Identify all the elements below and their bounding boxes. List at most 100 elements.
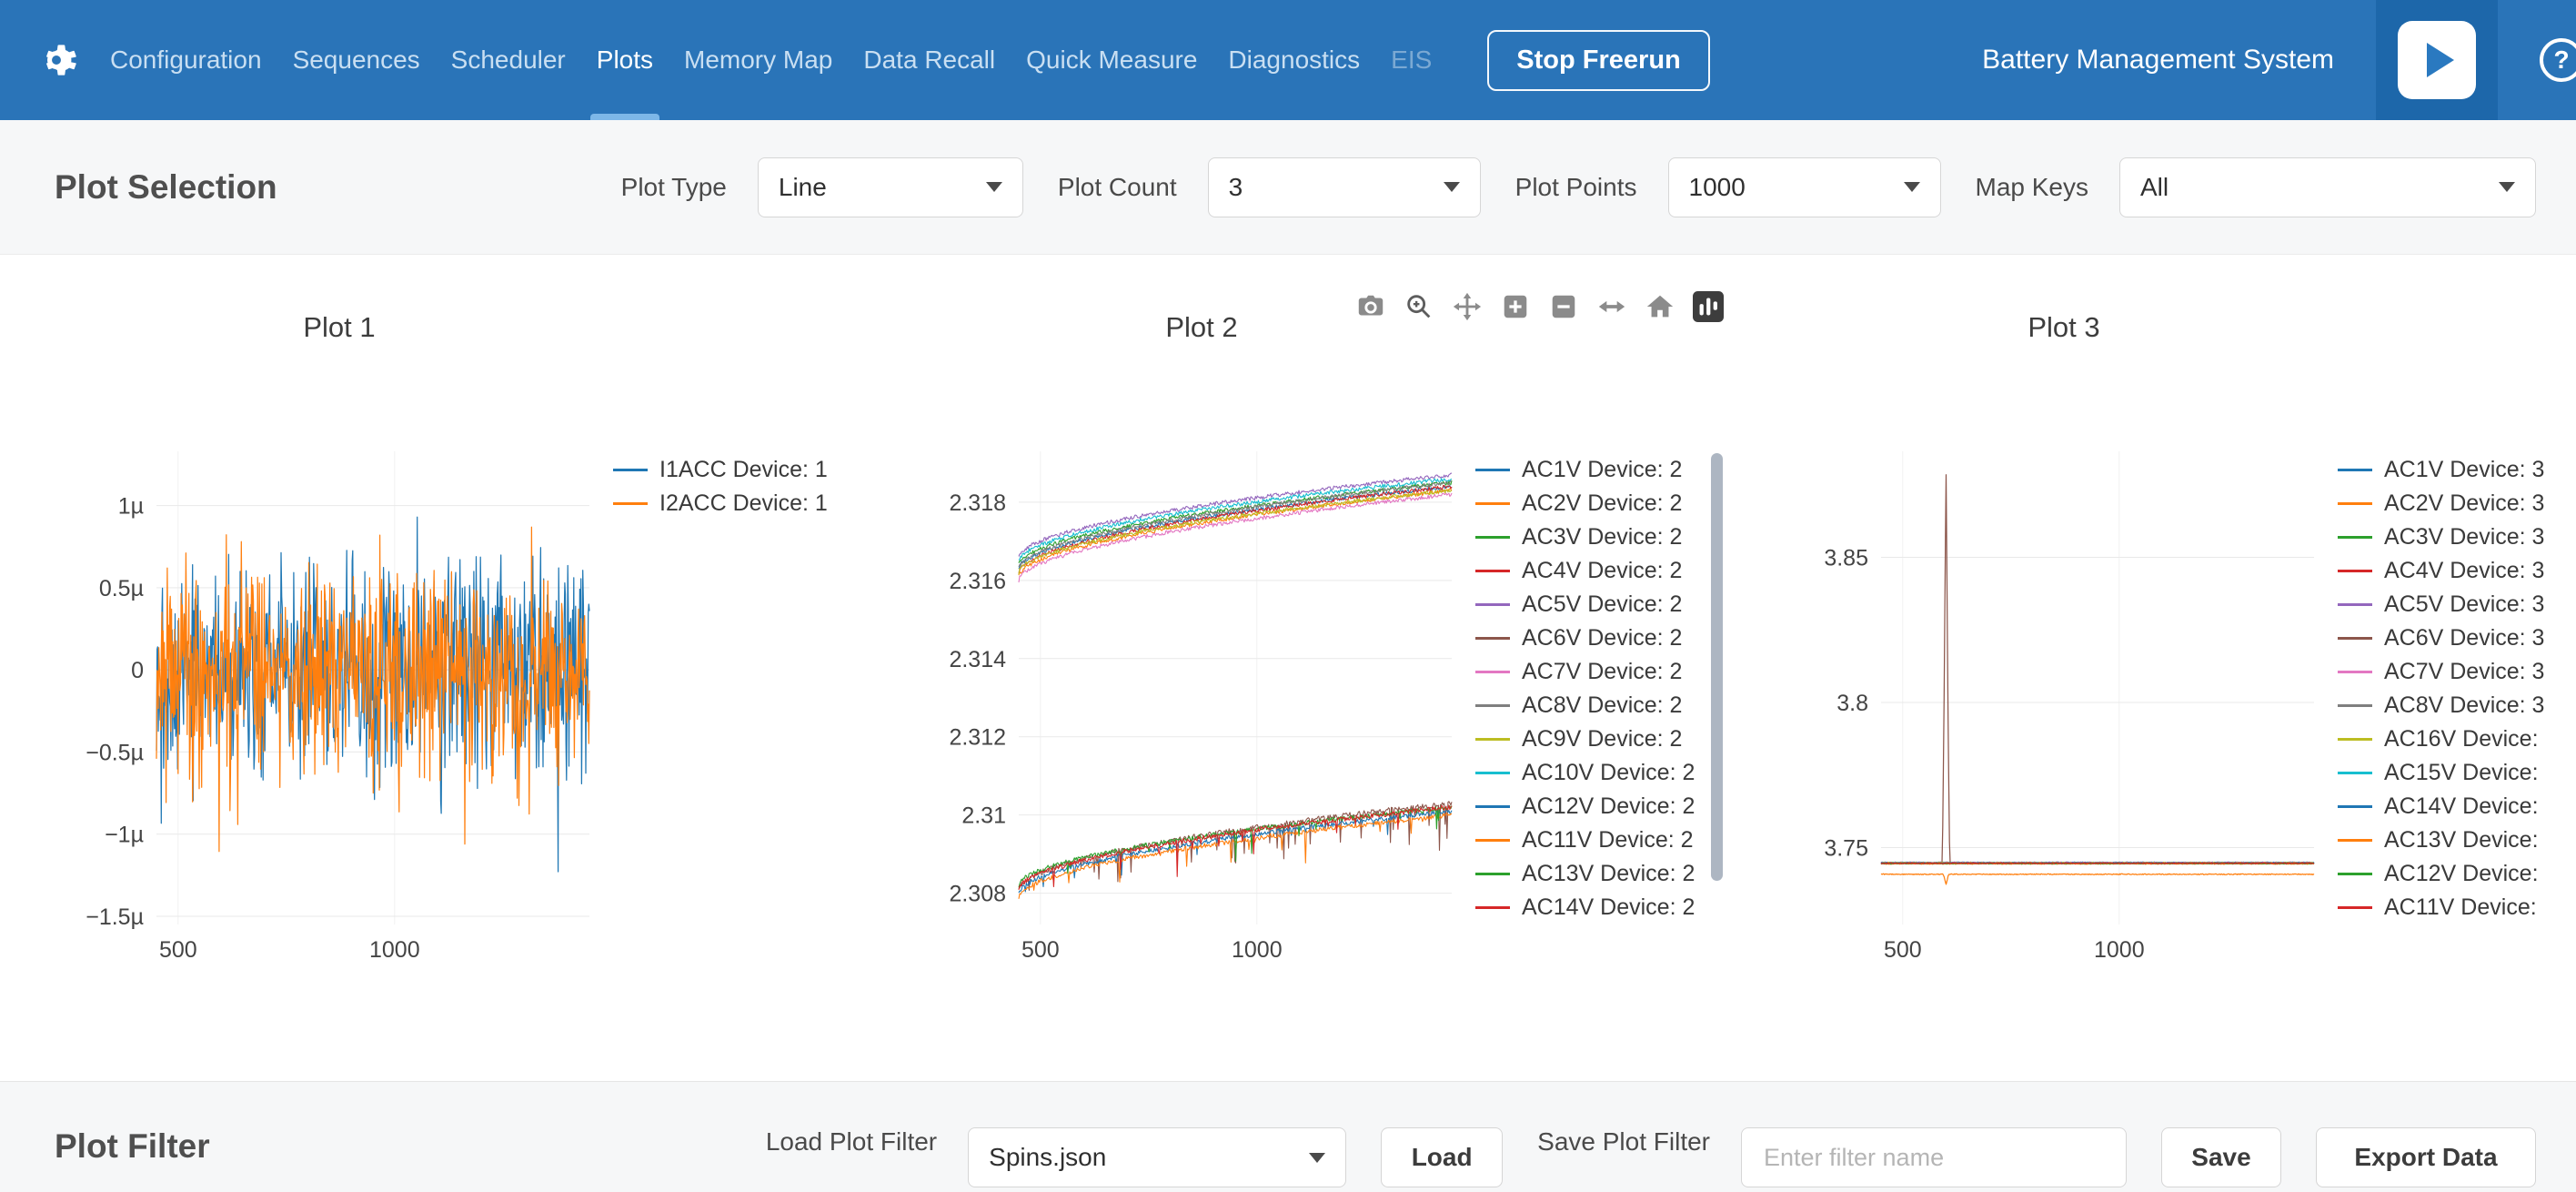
filter-name-input[interactable]	[1741, 1127, 2127, 1187]
load-filter-dropdown[interactable]: Spins.json	[968, 1127, 1346, 1187]
map-keys-label: Map Keys	[1976, 173, 2089, 202]
stop-freerun-button[interactable]: Stop Freerun	[1487, 30, 1709, 91]
plot-1-canvas[interactable]: 50010001µ0.5µ0−0.5µ−1µ−1.5µ	[80, 419, 599, 979]
svg-text:500: 500	[159, 937, 197, 963]
nav-item-sequences[interactable]: Sequences	[277, 0, 436, 120]
legend-scrollbar[interactable]	[1711, 453, 1723, 881]
nav-item-quick-measure[interactable]: Quick Measure	[1011, 0, 1213, 120]
main-nav: Configuration Sequences Scheduler Plots …	[95, 0, 1447, 120]
legend-label: AC5V Device: 3	[2384, 591, 2544, 618]
legend-item[interactable]: AC14V Device:	[2338, 790, 2544, 823]
legend-item[interactable]: AC6V Device: 3	[2338, 621, 2544, 655]
legend-item[interactable]: AC8V Device: 3	[2338, 689, 2544, 722]
legend-item[interactable]: AC3V Device: 3	[2338, 520, 2544, 554]
legend-item[interactable]: AC13V Device:	[2338, 823, 2544, 857]
nav-item-eis[interactable]: EIS	[1375, 0, 1447, 120]
plot-card-2: Plot 2 50010002.3182.3162.3142.3122.312.…	[942, 311, 1710, 979]
plot-type-dropdown[interactable]: Line	[758, 157, 1023, 217]
legend-item[interactable]: AC11V Device: 2	[1475, 823, 1695, 857]
help-button[interactable]: ?	[2540, 38, 2576, 82]
legend-swatch	[1475, 906, 1510, 909]
play-button[interactable]	[2376, 0, 2498, 120]
legend-item[interactable]: AC7V Device: 3	[2338, 655, 2544, 689]
nav-item-scheduler[interactable]: Scheduler	[436, 0, 581, 120]
svg-text:1000: 1000	[1232, 937, 1283, 963]
legend-swatch	[2338, 603, 2372, 606]
svg-text:1µ: 1µ	[118, 494, 144, 520]
legend-label: AC5V Device: 2	[1522, 591, 1682, 618]
legend-item[interactable]: AC8V Device: 2	[1475, 689, 1695, 722]
legend-swatch	[2338, 805, 2372, 808]
svg-text:2.314: 2.314	[949, 647, 1006, 672]
legend-item[interactable]: AC11V Device:	[2338, 891, 2544, 924]
export-data-button[interactable]: Export Data	[2316, 1127, 2536, 1187]
legend-swatch	[1475, 603, 1510, 606]
top-navbar: Configuration Sequences Scheduler Plots …	[0, 0, 2576, 120]
legend-item[interactable]: AC10V Device: 2	[1475, 756, 1695, 790]
plotly-logo-icon[interactable]	[1691, 289, 1726, 324]
legend-item[interactable]: I2ACC Device: 1	[613, 487, 828, 520]
load-filter-value: Spins.json	[989, 1143, 1106, 1172]
legend-label: AC11V Device:	[2384, 894, 2537, 921]
legend-swatch	[2338, 570, 2372, 572]
map-keys-dropdown[interactable]: All	[2119, 157, 2536, 217]
legend-label: AC6V Device: 2	[1522, 625, 1682, 652]
legend-item[interactable]: AC5V Device: 3	[2338, 588, 2544, 621]
svg-text:2.318: 2.318	[949, 490, 1006, 516]
zoom-in-icon[interactable]	[1498, 289, 1533, 324]
plot-points-value: 1000	[1689, 173, 1746, 202]
legend-label: AC13V Device:	[2384, 827, 2539, 854]
legend-item[interactable]: AC7V Device: 2	[1475, 655, 1695, 689]
legend-item[interactable]: AC5V Device: 2	[1475, 588, 1695, 621]
legend-item[interactable]: AC1V Device: 2	[1475, 453, 1695, 487]
plot-1-legend: I1ACC Device: 1I2ACC Device: 1	[613, 453, 828, 979]
legend-item[interactable]: AC4V Device: 3	[2338, 554, 2544, 588]
plot-type-value: Line	[779, 173, 827, 202]
legend-item[interactable]: AC3V Device: 2	[1475, 520, 1695, 554]
nav-item-data-recall[interactable]: Data Recall	[848, 0, 1011, 120]
legend-item[interactable]: I1ACC Device: 1	[613, 453, 828, 487]
plot-3-canvas[interactable]: 50010003.853.83.75	[1805, 419, 2323, 979]
plot-type-label: Plot Type	[621, 173, 727, 202]
legend-item[interactable]: AC6V Device: 2	[1475, 621, 1695, 655]
plotly-modebar	[1353, 289, 1726, 324]
save-button[interactable]: Save	[2161, 1127, 2281, 1187]
zoom-out-icon[interactable]	[1546, 289, 1581, 324]
nav-item-plots[interactable]: Plots	[581, 0, 669, 120]
plot-count-dropdown[interactable]: 3	[1208, 157, 1481, 217]
legend-item[interactable]: AC9V Device: 2	[1475, 722, 1695, 756]
legend-swatch	[1475, 873, 1510, 875]
legend-item[interactable]: AC4V Device: 2	[1475, 554, 1695, 588]
legend-item[interactable]: AC2V Device: 2	[1475, 487, 1695, 520]
legend-item[interactable]: AC16V Device:	[2338, 722, 2544, 756]
legend-label: AC12V Device: 2	[1522, 793, 1695, 820]
plot-2-canvas[interactable]: 50010002.3182.3162.3142.3122.312.308	[942, 419, 1461, 979]
legend-item[interactable]: AC2V Device: 3	[2338, 487, 2544, 520]
load-button[interactable]: Load	[1381, 1127, 1503, 1187]
autoscale-icon[interactable]	[1595, 289, 1629, 324]
legend-item[interactable]: AC14V Device: 2	[1475, 891, 1695, 924]
camera-icon[interactable]	[1353, 289, 1388, 324]
nav-item-diagnostics[interactable]: Diagnostics	[1213, 0, 1375, 120]
zoom-icon[interactable]	[1402, 289, 1436, 324]
chevron-down-icon	[1309, 1153, 1325, 1163]
legend-item[interactable]: AC1V Device: 3	[2338, 453, 2544, 487]
legend-item[interactable]: AC13V Device: 2	[1475, 857, 1695, 891]
legend-item[interactable]: AC15V Device:	[2338, 756, 2544, 790]
legend-item[interactable]: AC12V Device: 2	[1475, 790, 1695, 823]
legend-label: AC14V Device:	[2384, 793, 2539, 820]
reset-axes-home-icon[interactable]	[1643, 289, 1677, 324]
plot-points-dropdown[interactable]: 1000	[1668, 157, 1941, 217]
nav-item-memory-map[interactable]: Memory Map	[669, 0, 848, 120]
pan-icon[interactable]	[1450, 289, 1484, 324]
svg-text:500: 500	[1884, 937, 1922, 963]
svg-text:0: 0	[131, 658, 144, 683]
legend-swatch	[1475, 839, 1510, 842]
nav-item-configuration[interactable]: Configuration	[95, 0, 277, 120]
svg-text:−1.5µ: −1.5µ	[86, 904, 144, 930]
settings-gear-icon[interactable]	[27, 31, 86, 89]
legend-label: AC4V Device: 3	[2384, 558, 2544, 584]
legend-label: AC1V Device: 3	[2384, 457, 2544, 483]
legend-item[interactable]: AC12V Device:	[2338, 857, 2544, 891]
map-keys-value: All	[2140, 173, 2168, 202]
